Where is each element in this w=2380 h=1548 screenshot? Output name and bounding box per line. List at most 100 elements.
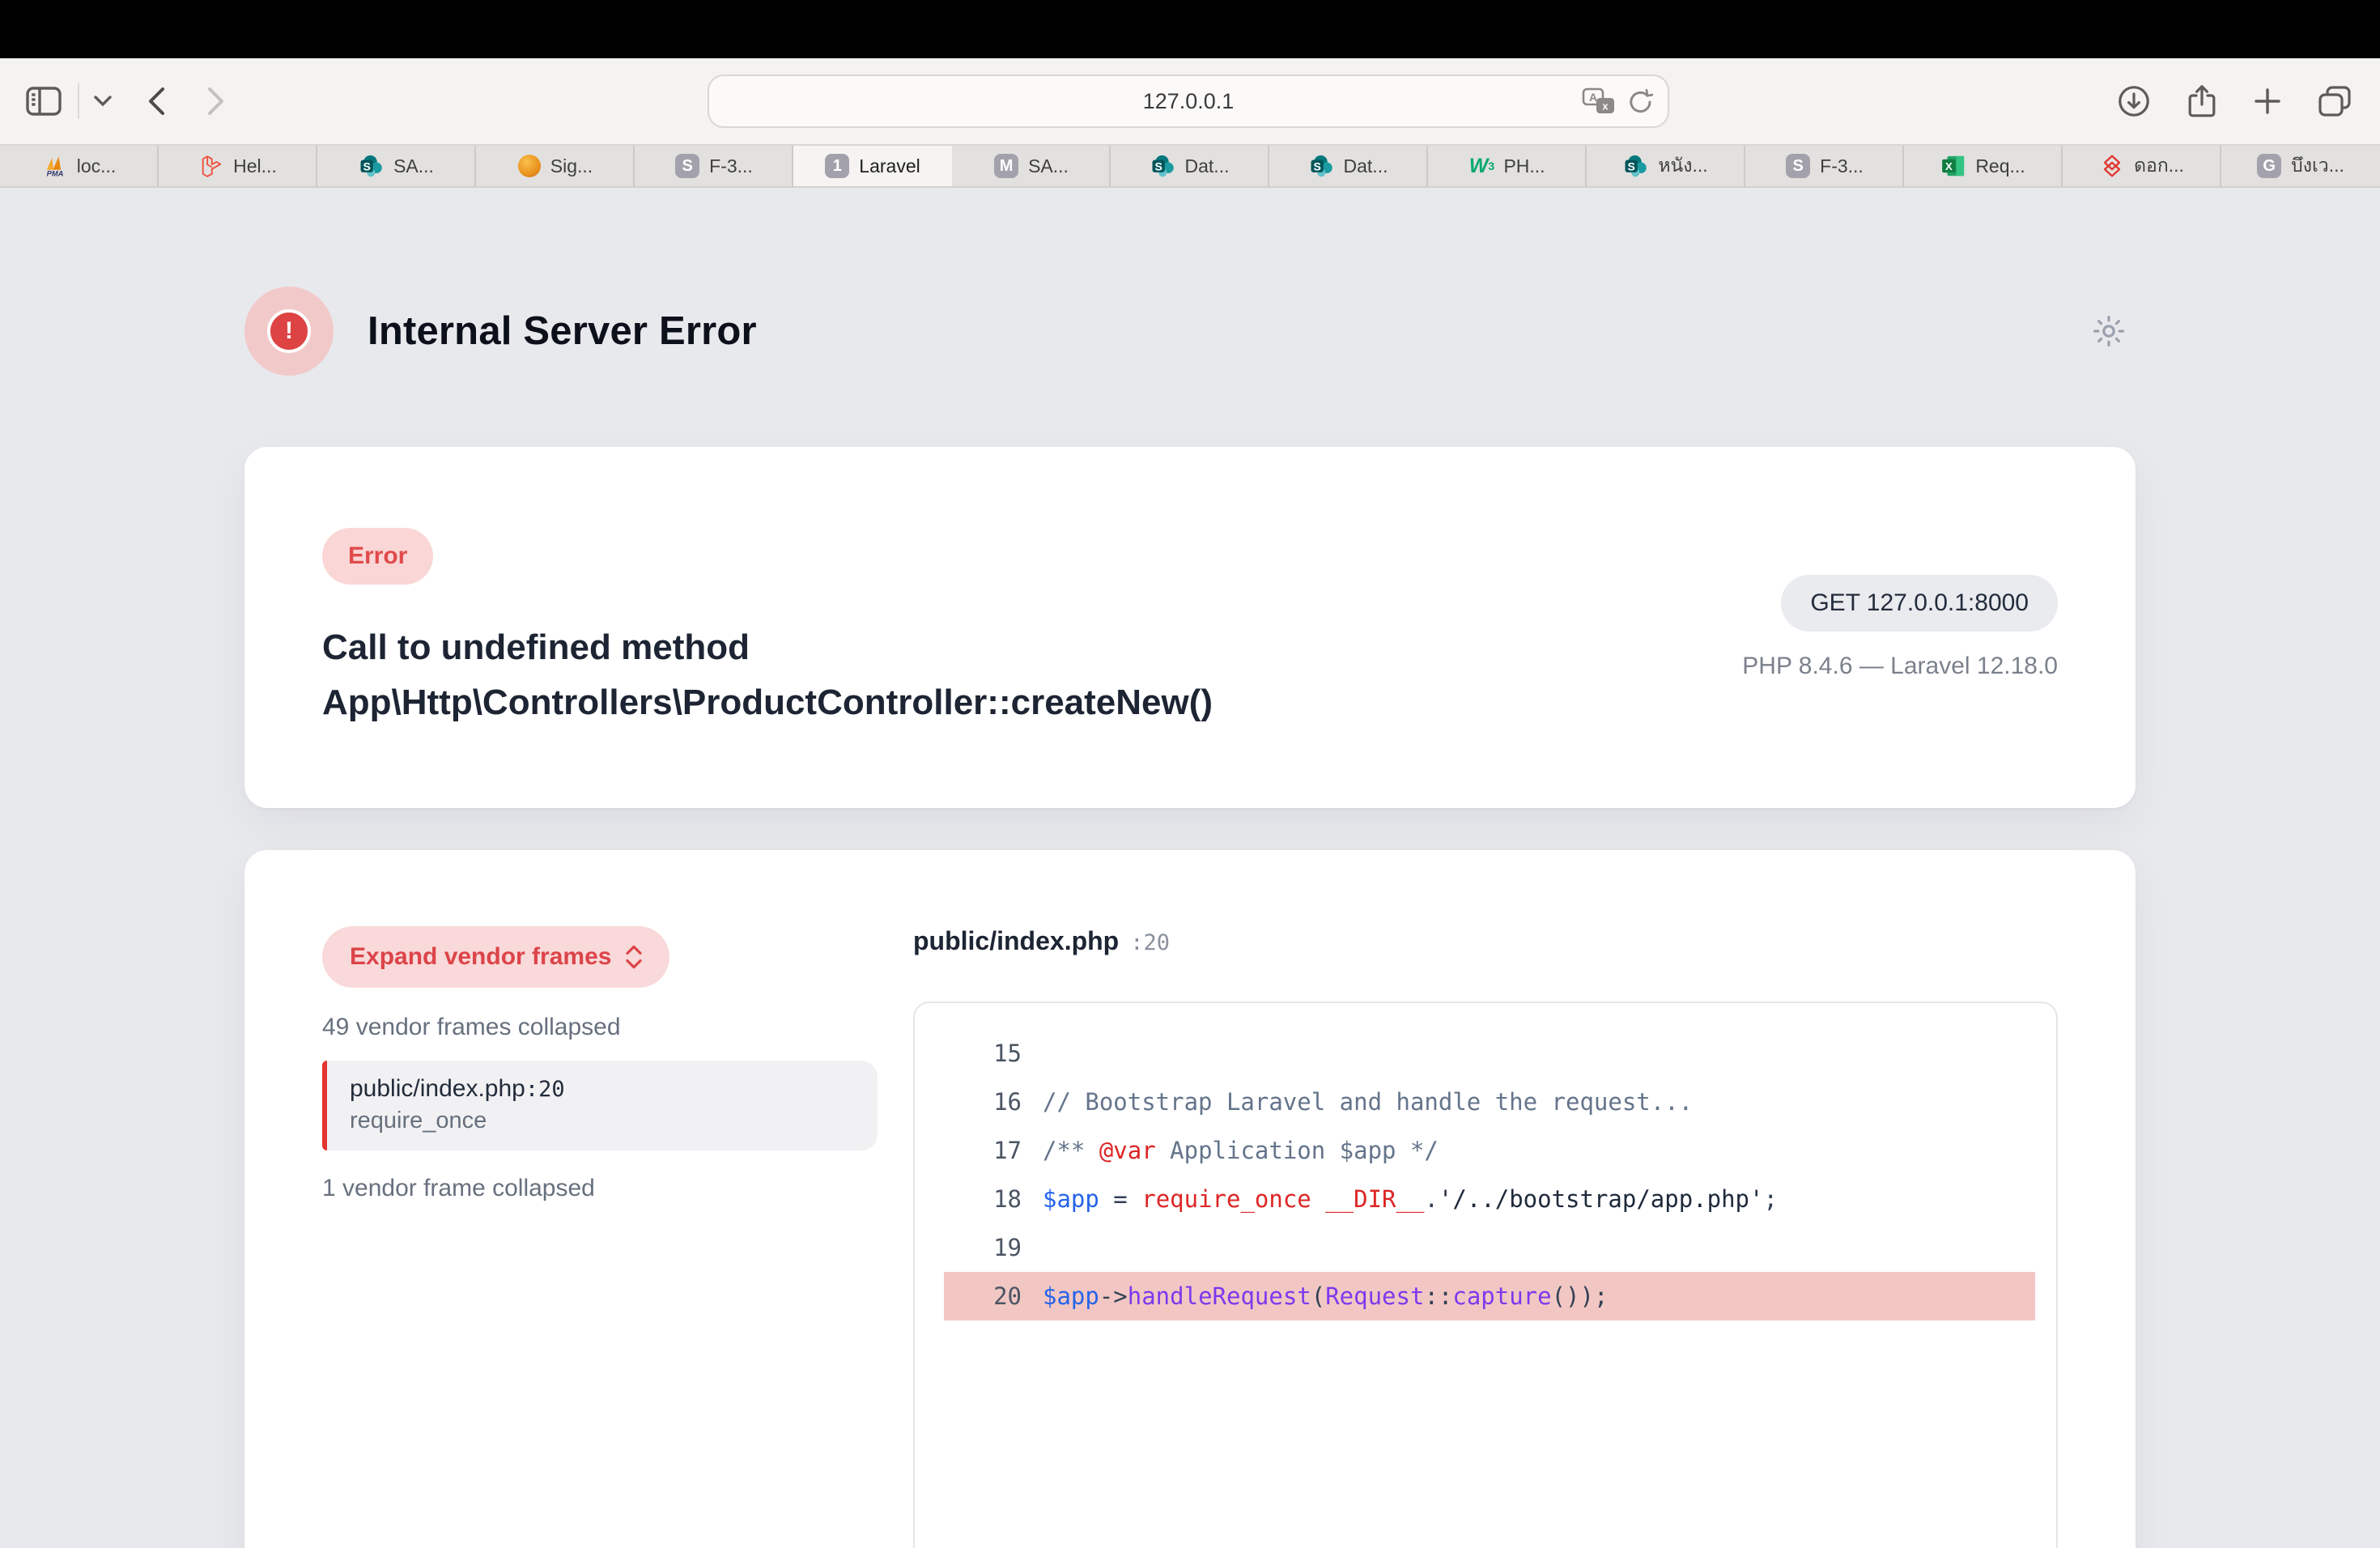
tab-label: Req... (1975, 155, 2025, 177)
error-type-badge: Error (322, 528, 433, 585)
sidebar-icon (26, 87, 62, 116)
browser-toolbar: 127.0.0.1 A x (0, 58, 2380, 144)
line-number: 19 (944, 1223, 1022, 1272)
collapsed-frames-note-top: 49 vendor frames collapsed (322, 1014, 878, 1041)
tab-label: SA... (393, 155, 434, 177)
tab-label: SA... (1028, 155, 1069, 177)
line-number: 17 (944, 1126, 1022, 1175)
tab-label: ดอก... (2134, 151, 2184, 181)
sidebar-toggle-button[interactable] (26, 87, 62, 116)
download-icon (2118, 85, 2150, 117)
forward-button[interactable] (207, 87, 225, 116)
macos-menubar (0, 0, 2380, 58)
page-header: ! Internal Server Error (244, 287, 2136, 376)
translate-icon[interactable]: A x (1582, 87, 1616, 115)
page-content: ! Internal Server Error Error Call to un… (0, 188, 2380, 1548)
sharepoint-favicon: S (359, 154, 384, 178)
tab-3[interactable]: S SA... (317, 146, 476, 186)
red-diamonds-favicon (2100, 154, 2124, 178)
frame-file: public/index.php:20 (350, 1075, 855, 1103)
line-source: // Bootstrap Laravel and handle the requ… (1022, 1078, 1693, 1126)
ornament-favicon (518, 155, 541, 177)
line-number: 18 (944, 1175, 1022, 1223)
sharepoint-favicon: S (1151, 154, 1175, 178)
reload-icon[interactable] (1629, 88, 1653, 114)
theme-toggle-button[interactable] (2092, 314, 2126, 348)
w3schools-favicon: W3 (1469, 154, 1494, 178)
expand-chevrons-icon (626, 945, 642, 969)
code-snippet: 1516// Bootstrap Laravel and handle the … (913, 1002, 2058, 1548)
tab-15[interactable]: Gบึงเว... (2221, 146, 2380, 186)
tab-label: Hel... (233, 155, 277, 177)
stack-frame-item[interactable]: public/index.php:20 require_once (322, 1061, 878, 1150)
exclamation-icon: ! (267, 309, 311, 353)
svg-text:S: S (1628, 159, 1635, 172)
tab-13[interactable]: X Req... (1904, 146, 2063, 186)
line-source: /** @var Application $app */ (1022, 1126, 1439, 1175)
tab-7[interactable]: M SA... (952, 146, 1111, 186)
letter-S-favicon: S (1786, 154, 1810, 178)
tab-12[interactable]: SF-3... (1745, 146, 1904, 186)
line-source: $app = require_once __DIR__.'/../bootstr… (1022, 1175, 1778, 1223)
address-bar[interactable]: 127.0.0.1 A x (708, 74, 1669, 128)
tab-10[interactable]: W3PH... (1428, 146, 1587, 186)
sharepoint-favicon: S (1624, 154, 1648, 178)
collapsed-frames-note-bottom: 1 vendor frame collapsed (322, 1175, 878, 1202)
snippet-line-number: :20 (1130, 930, 1170, 955)
snippet-file-header: public/index.php:20 (913, 926, 2058, 956)
stack-trace-card: Expand vendor frames 49 vendor frames co… (244, 850, 2136, 1548)
code-line-highlighted: 20$app->handleRequest(Request::capture()… (944, 1272, 2035, 1320)
new-tab-icon (2254, 87, 2281, 115)
tab-label: Sig... (550, 155, 593, 177)
tab-overview-icon (2318, 86, 2351, 117)
svg-text:x: x (1602, 100, 1609, 112)
page-title: Internal Server Error (368, 308, 757, 354)
back-icon (147, 87, 165, 116)
share-button[interactable] (2187, 84, 2216, 118)
tab-label: loc... (77, 155, 117, 177)
tab-1[interactable]: PMA loc... (0, 146, 159, 186)
code-line: 15 (944, 1029, 2035, 1078)
svg-text:A: A (1589, 91, 1597, 104)
back-button[interactable] (147, 87, 165, 116)
sidebar-chevron-button[interactable] (94, 96, 112, 107)
svg-text:X: X (1945, 160, 1953, 172)
phpmyadmin-favicon: PMA (43, 154, 67, 178)
svg-text:PMA: PMA (46, 169, 63, 177)
tab-11[interactable]: Sหนัง... (1587, 146, 1745, 186)
svg-text:S: S (1154, 159, 1162, 172)
sun-icon (2092, 314, 2126, 348)
code-line: 16// Bootstrap Laravel and handle the re… (944, 1078, 2035, 1126)
tab-9[interactable]: SDat... (1269, 146, 1428, 186)
chevron-down-icon (94, 96, 112, 107)
share-icon (2187, 84, 2216, 118)
tab-5[interactable]: SF-3... (635, 146, 793, 186)
code-line: 17/** @var Application $app */ (944, 1126, 2035, 1175)
code-line: 19 (944, 1223, 2035, 1272)
expand-vendor-frames-button[interactable]: Expand vendor frames (322, 926, 669, 988)
line-number: 15 (944, 1029, 1022, 1078)
tab-8[interactable]: S Dat... (1111, 146, 1269, 186)
line-number: 20 (944, 1272, 1022, 1320)
version-info: PHP 8.4.6 — Laravel 12.18.0 (1742, 653, 2058, 680)
frames-panel: Expand vendor frames 49 vendor frames co… (322, 926, 878, 1202)
tab-4[interactable]: Sig... (476, 146, 635, 186)
browser-window: 127.0.0.1 A x (0, 0, 2380, 1548)
tab-2[interactable]: Hel... (159, 146, 317, 186)
tab-label: Dat... (1185, 155, 1230, 177)
excel-favicon: X (1941, 154, 1966, 178)
line-source: $app->handleRequest(Request::capture()); (1022, 1272, 1608, 1320)
line-number: 16 (944, 1078, 1022, 1126)
letter-S-favicon: S (675, 154, 699, 178)
request-method-chip: GET 127.0.0.1:8000 (1781, 575, 2058, 632)
tab-overview-button[interactable] (2318, 86, 2351, 117)
downloads-button[interactable] (2118, 85, 2150, 117)
tab-6-active[interactable]: 1Laravel (793, 146, 952, 186)
line-source (1022, 1223, 1043, 1272)
url-text: 127.0.0.1 (1143, 89, 1235, 114)
letter-M-favicon: M (994, 154, 1018, 178)
tab-label: บึงเว... (2291, 151, 2344, 181)
tab-bar: PMAloc...Hel...SSA...Sig...SF-3...1Larav… (0, 144, 2380, 188)
new-tab-button[interactable] (2254, 87, 2281, 115)
tab-14[interactable]: ดอก... (2063, 146, 2221, 186)
